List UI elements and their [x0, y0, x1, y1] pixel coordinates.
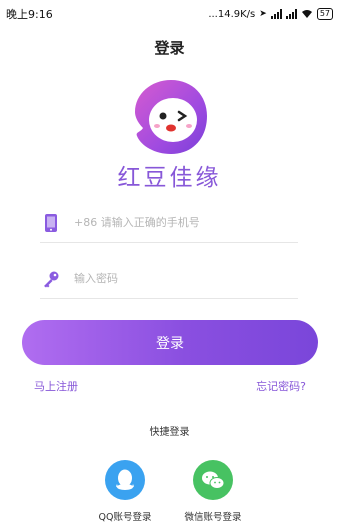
- phone-input[interactable]: [74, 216, 294, 229]
- password-input[interactable]: [74, 272, 294, 285]
- status-time: 晚上9:16: [6, 8, 53, 21]
- network-speed: ...14.9K/s: [208, 8, 256, 20]
- signal-icon: [270, 9, 282, 19]
- qq-login-label: QQ账号登录: [98, 512, 152, 523]
- wechat-login-label: 微信账号登录: [184, 512, 242, 523]
- password-field: [40, 259, 298, 299]
- signal-icon-2: [285, 9, 297, 19]
- battery-icon: 57: [316, 8, 333, 20]
- qq-login-button[interactable]: QQ账号登录: [80, 460, 170, 523]
- status-bar: 晚上9:16 ...14.9K/s ➤ 57: [0, 0, 339, 28]
- quick-login-title: 快捷登录: [149, 427, 190, 438]
- forgot-password-link[interactable]: 忘记密码?: [256, 378, 306, 394]
- page-title: 登录: [154, 39, 185, 57]
- phone-field: [40, 203, 298, 243]
- key-icon: [40, 268, 62, 290]
- wechat-login-button[interactable]: 微信账号登录: [168, 460, 258, 523]
- status-indicators: ...14.9K/s ➤ 57: [208, 8, 333, 20]
- qq-icon[interactable]: [105, 460, 145, 500]
- login-button[interactable]: 登录: [22, 320, 318, 365]
- phone-icon: [40, 212, 62, 234]
- wifi-icon: [301, 10, 312, 18]
- location-icon: ➤: [259, 9, 267, 19]
- app-name: 红豆佳缘: [117, 165, 222, 191]
- wechat-icon[interactable]: [193, 460, 233, 500]
- register-link[interactable]: 马上注册: [34, 378, 78, 394]
- smiley-blob-logo: [135, 80, 207, 154]
